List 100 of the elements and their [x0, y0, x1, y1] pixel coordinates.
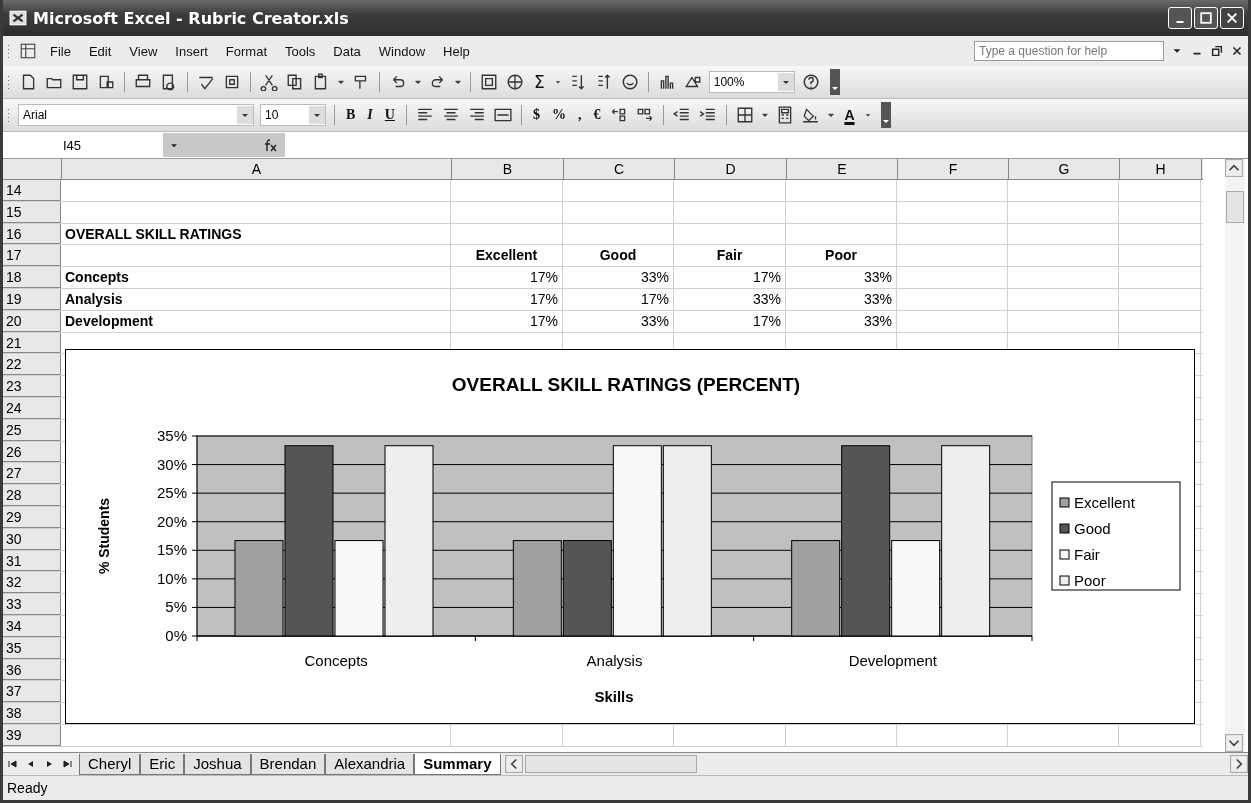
copy-icon[interactable]	[286, 73, 304, 91]
row-header[interactable]: 14	[3, 180, 61, 201]
row-header[interactable]: 39	[3, 724, 61, 746]
scroll-right-button[interactable]	[1230, 755, 1248, 773]
menu-item[interactable]: File	[41, 43, 80, 59]
euro-button[interactable]: €	[587, 104, 607, 126]
fill-color-icon[interactable]	[802, 106, 821, 124]
zoom-dropdown[interactable]: 100%	[708, 71, 795, 93]
font-dropdown[interactable]: Arial	[18, 104, 254, 126]
row-header[interactable]: 23	[3, 376, 61, 397]
borders-icon[interactable]	[736, 106, 755, 124]
scrollbar-thumb[interactable]	[524, 755, 697, 773]
font-color-button[interactable]: A	[838, 104, 861, 126]
maximize-icon	[1199, 11, 1213, 25]
table-cell: Good	[599, 247, 637, 264]
row-header[interactable]: 34	[3, 615, 61, 637]
row-header[interactable]: 25	[3, 419, 61, 441]
column-header[interactable]: H	[1120, 159, 1202, 179]
column-header[interactable]: B	[452, 159, 564, 179]
row-header[interactable]: 28	[3, 485, 61, 506]
column-header[interactable]: G	[1009, 159, 1120, 179]
row-header[interactable]: 20	[3, 310, 61, 332]
close-icon[interactable]	[1230, 44, 1244, 58]
currency-button[interactable]: $	[526, 104, 546, 126]
table-cell: Analysis	[65, 291, 123, 307]
row-header[interactable]: 24	[3, 397, 61, 419]
sheet-tab[interactable]: Alexandria	[325, 753, 415, 775]
table-cell: 33%	[752, 291, 781, 307]
underline-button[interactable]: U	[378, 104, 401, 126]
cut-icon[interactable]	[260, 73, 278, 91]
table-cell: Development	[65, 312, 153, 329]
help-search-field[interactable]: Type a question for help	[974, 41, 1164, 61]
table-cell: Poor	[825, 247, 857, 264]
toolbar-options-icon[interactable]	[829, 69, 840, 95]
row-header[interactable]: 27	[3, 463, 61, 485]
y-axis-title: % Students	[96, 497, 112, 575]
merge-cells-icon[interactable]	[493, 106, 512, 124]
row-header[interactable]: 22	[3, 354, 61, 376]
menu-item[interactable]: Insert	[166, 43, 217, 59]
autosum-button[interactable]: Σ	[528, 71, 551, 93]
first-sheet-icon[interactable]	[7, 758, 19, 770]
excel-app-icon	[9, 9, 27, 27]
row-header[interactable]: 15	[3, 201, 61, 223]
axis-tick-label: 5%	[165, 598, 187, 616]
axis-tick-label: 10%	[156, 569, 187, 587]
italic-button[interactable]: I	[361, 104, 379, 126]
close-button[interactable]	[1220, 7, 1244, 29]
font-size-dropdown[interactable]: 10	[260, 104, 326, 126]
minimize-button[interactable]	[1168, 7, 1192, 29]
percent-button[interactable]: %	[545, 104, 572, 126]
bold-button[interactable]: B	[340, 104, 362, 126]
scroll-up-button[interactable]	[1225, 159, 1243, 177]
maximize-button[interactable]	[1194, 7, 1218, 29]
row-header[interactable]: 36	[3, 659, 61, 681]
sheet-tab[interactable]: Brendan	[250, 753, 326, 775]
row-header[interactable]: 35	[3, 637, 61, 659]
smiley-icon[interactable]	[620, 73, 639, 91]
column-header[interactable]: F	[898, 159, 1009, 179]
menu-item[interactable]: View	[120, 43, 167, 59]
menu-item[interactable]: Tools	[276, 43, 325, 59]
column-header[interactable]: E	[787, 159, 898, 179]
scrollbar-thumb[interactable]	[1226, 191, 1244, 223]
comma-button[interactable]: ,	[571, 104, 588, 126]
restore-icon[interactable]	[1210, 44, 1224, 58]
row-header[interactable]: 33	[3, 594, 61, 615]
sheet-tab[interactable]: Summary	[414, 753, 501, 775]
row-header[interactable]: 31	[3, 550, 61, 572]
row-header[interactable]: 30	[3, 528, 61, 550]
row-header[interactable]: 16	[3, 223, 61, 245]
scroll-down-button[interactable]	[1225, 734, 1243, 752]
row-header[interactable]: 19	[3, 289, 61, 310]
column-header[interactable]: A	[62, 159, 452, 179]
globe-icon[interactable]	[506, 73, 524, 91]
row-header[interactable]: 18	[3, 267, 61, 288]
sheet-tab[interactable]: Cheryl	[79, 753, 141, 775]
scroll-left-button[interactable]	[504, 755, 523, 773]
sheet-tab[interactable]: Joshua	[184, 753, 251, 775]
row-header[interactable]: 29	[3, 506, 61, 528]
row-header[interactable]: 17	[3, 245, 61, 267]
table-cell: 17%	[752, 312, 781, 329]
menu-item[interactable]: Edit	[79, 43, 121, 59]
row-header[interactable]: 37	[3, 681, 61, 703]
row-header[interactable]: 21	[3, 332, 61, 354]
help-icon[interactable]	[801, 73, 820, 91]
row-header[interactable]: 32	[3, 572, 61, 594]
menu-item[interactable]: Format	[216, 43, 276, 59]
last-sheet-icon[interactable]	[61, 758, 73, 770]
decrease-decimal-icon[interactable]	[636, 106, 655, 124]
toolbar-options-icon[interactable]	[880, 102, 891, 128]
axis-tick-label: 30%	[156, 455, 187, 473]
sheet-tab[interactable]: Eric	[140, 753, 185, 775]
column-header[interactable]: C	[564, 159, 675, 179]
workbook-icon[interactable]	[19, 42, 37, 60]
menu-item[interactable]: Help	[434, 43, 479, 59]
row-header[interactable]: 38	[3, 703, 61, 724]
menu-item[interactable]: Data	[324, 43, 370, 59]
table-cell: Concepts	[65, 269, 129, 286]
menu-item[interactable]: Window	[369, 43, 435, 59]
row-header[interactable]: 26	[3, 441, 61, 463]
column-header[interactable]: D	[675, 159, 787, 179]
